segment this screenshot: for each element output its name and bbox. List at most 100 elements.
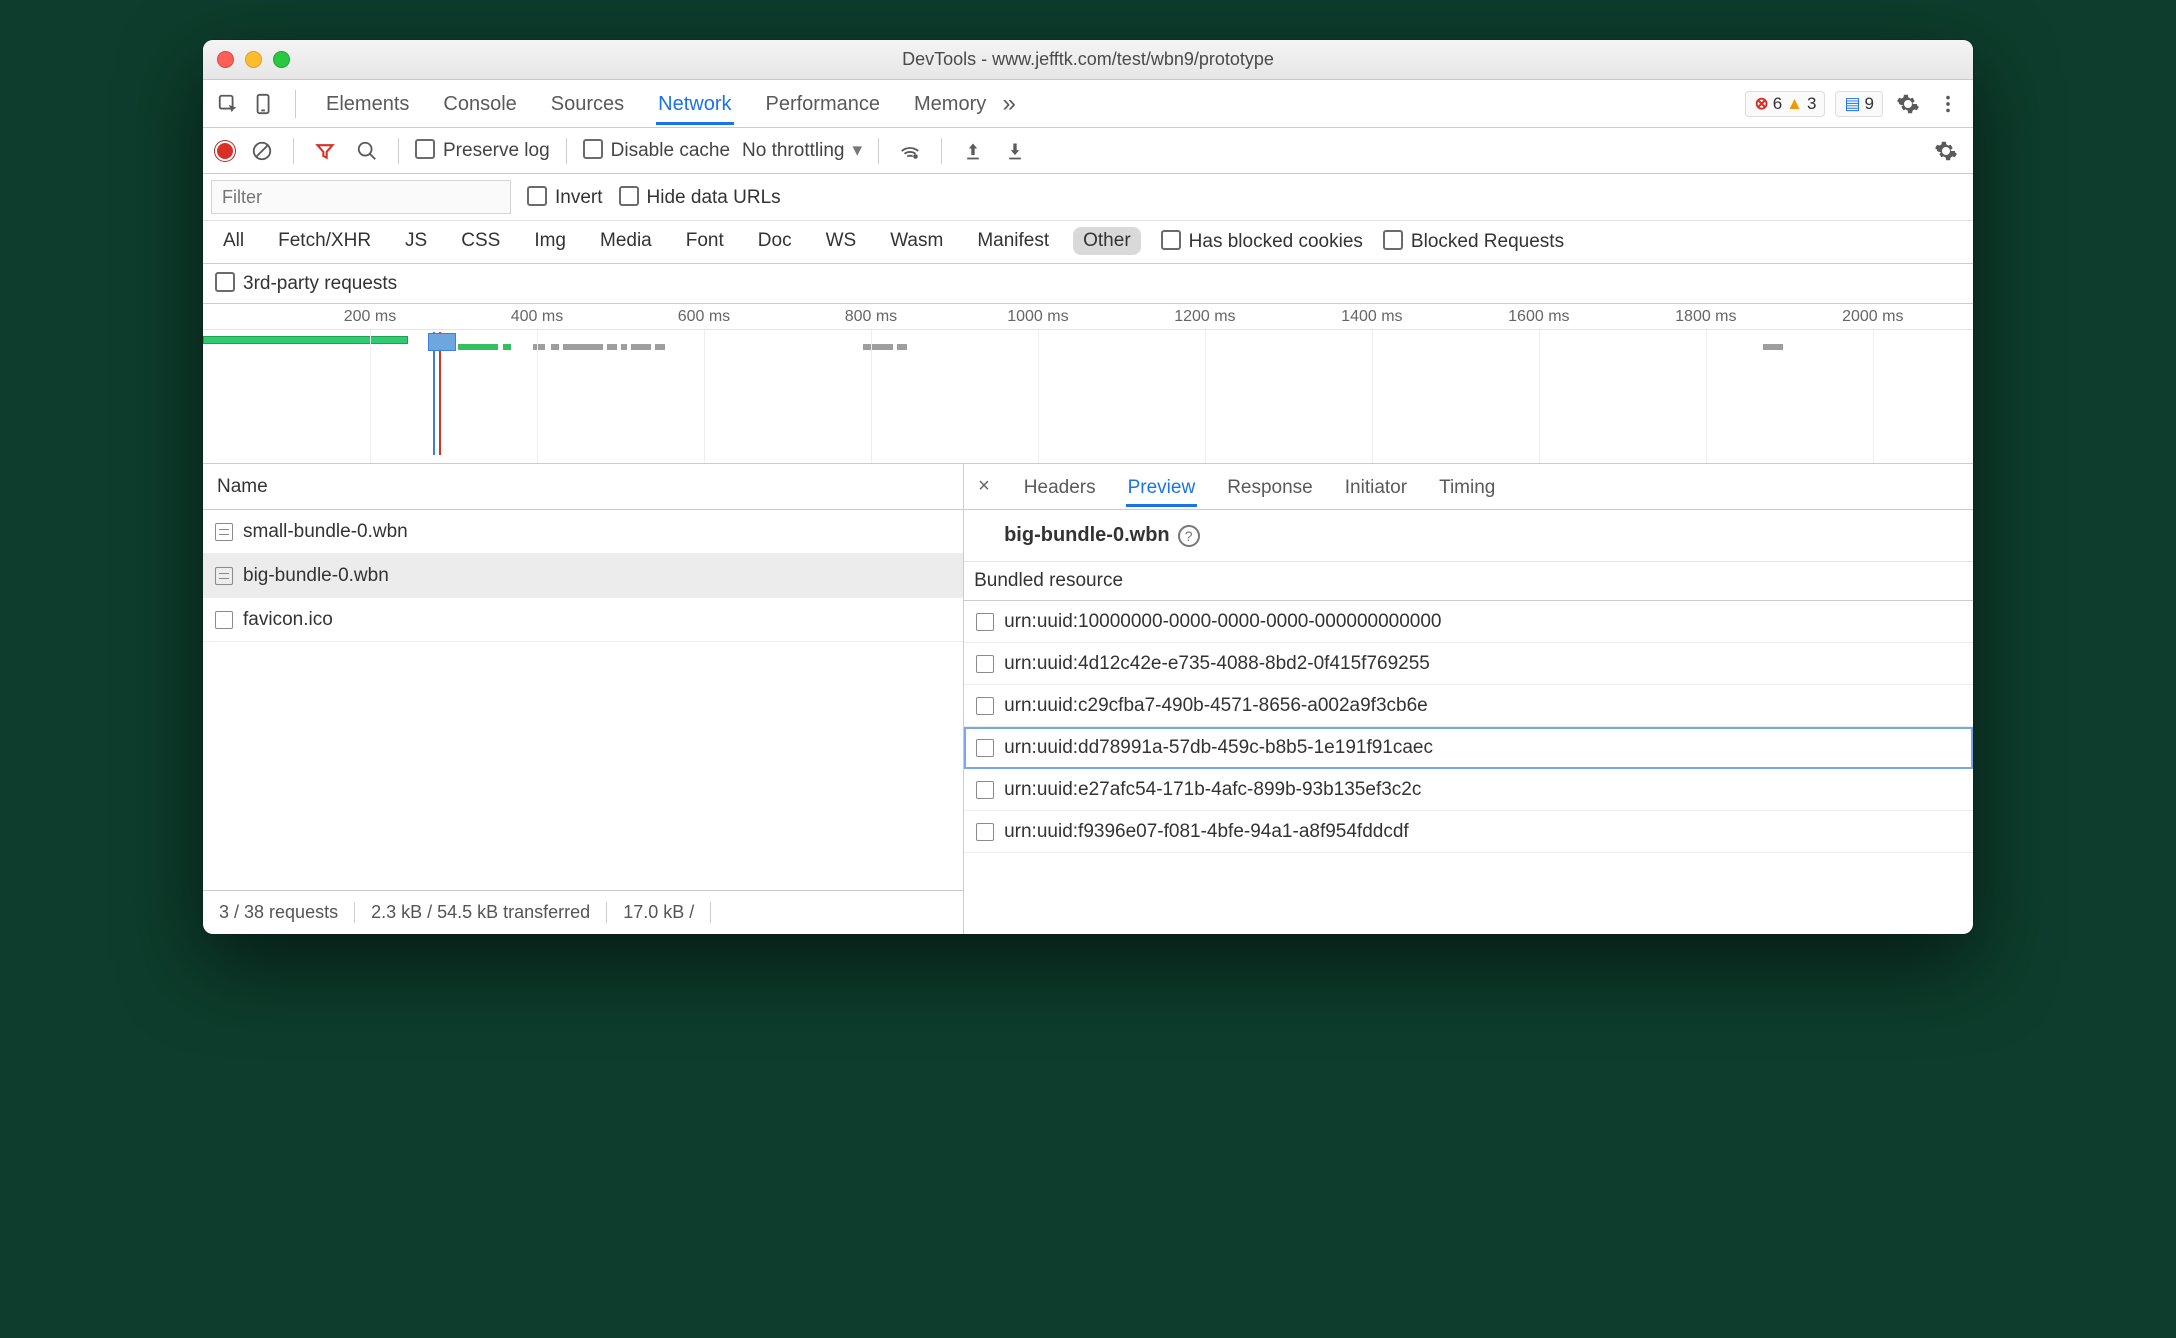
record-button[interactable] [215, 141, 235, 161]
main-tab-elements[interactable]: Elements [324, 83, 411, 125]
filter-funnel-icon[interactable] [310, 136, 340, 166]
filter-input[interactable] [211, 180, 511, 214]
type-chip-all[interactable]: All [213, 227, 254, 255]
main-tab-sources[interactable]: Sources [549, 83, 626, 125]
detail-tab-initiator[interactable]: Initiator [1343, 467, 1409, 507]
type-chip-img[interactable]: Img [524, 227, 576, 255]
download-har-icon[interactable] [1000, 136, 1030, 166]
resource-urn: urn:uuid:f9396e07-f081-4bfe-94a1-a8f954f… [1004, 821, 1409, 843]
file-icon [976, 781, 994, 799]
request-name: big-bundle-0.wbn [243, 565, 389, 587]
divider [295, 90, 296, 118]
settings-gear-icon[interactable] [1893, 89, 1923, 119]
timeline-overview[interactable]: 200 ms400 ms600 ms800 ms1000 ms1200 ms14… [203, 304, 1973, 464]
main-tab-performance[interactable]: Performance [764, 83, 883, 125]
type-chip-js[interactable]: JS [395, 227, 437, 255]
status-bar: 3 / 38 requests2.3 kB / 54.5 kB transfer… [203, 890, 963, 934]
preview-title: big-bundle-0.wbn [1004, 524, 1170, 547]
bundled-resource-row[interactable]: urn:uuid:f9396e07-f081-4bfe-94a1-a8f954f… [964, 811, 1973, 853]
detail-tab-headers[interactable]: Headers [1022, 467, 1098, 507]
detail-panel: × HeadersPreviewResponseInitiatorTiming … [964, 464, 1973, 934]
status-segment: 2.3 kB / 54.5 kB transferred [355, 902, 607, 923]
main-tab-network[interactable]: Network [656, 83, 733, 125]
resource-urn: urn:uuid:10000000-0000-0000-0000-0000000… [1004, 611, 1441, 633]
resource-urn: urn:uuid:e27afc54-171b-4afc-899b-93b135e… [1004, 779, 1421, 801]
type-chip-media[interactable]: Media [590, 227, 662, 255]
messages-badge[interactable]: ▤9 [1835, 91, 1883, 117]
hide-data-urls-checkbox[interactable]: Hide data URLs [619, 186, 781, 209]
type-chip-font[interactable]: Font [676, 227, 734, 255]
search-icon[interactable] [352, 136, 382, 166]
preview-title-row: big-bundle-0.wbn ? [964, 510, 1973, 562]
third-party-checkbox[interactable]: 3rd-party requests [215, 272, 397, 295]
help-icon[interactable]: ? [1178, 525, 1200, 547]
invert-checkbox[interactable]: Invert [527, 186, 603, 209]
filter-row: Invert Hide data URLs [203, 174, 1973, 221]
type-chip-fetch-xhr[interactable]: Fetch/XHR [268, 227, 381, 255]
document-icon [215, 523, 233, 541]
warnings-count: 3 [1807, 94, 1816, 114]
preserve-log-checkbox[interactable]: Preserve log [415, 139, 550, 162]
timeline-tick: 1400 ms [1341, 308, 1402, 326]
request-list-panel: Name small-bundle-0.wbn big-bundle-0.wbn f… [203, 464, 964, 934]
timeline-tick: 1600 ms [1508, 308, 1569, 326]
request-row[interactable]: small-bundle-0.wbn [203, 510, 963, 554]
main-tab-memory[interactable]: Memory [912, 83, 988, 125]
throttling-select[interactable]: No throttling ▾ [742, 139, 862, 162]
timeline-tick: 200 ms [344, 308, 396, 326]
type-chip-doc[interactable]: Doc [748, 227, 802, 255]
file-icon [215, 611, 233, 629]
request-row[interactable]: favicon.ico [203, 598, 963, 642]
network-conditions-icon[interactable] [895, 136, 925, 166]
detail-tab-timing[interactable]: Timing [1437, 467, 1497, 507]
detail-tab-preview[interactable]: Preview [1126, 467, 1198, 507]
disable-cache-checkbox[interactable]: Disable cache [583, 139, 730, 162]
network-toolbar: Preserve log Disable cache No throttling… [203, 128, 1973, 174]
type-chip-css[interactable]: CSS [451, 227, 510, 255]
main-tab-console[interactable]: Console [441, 83, 518, 125]
timeline-tick: 1800 ms [1675, 308, 1736, 326]
timeline-tick: 1000 ms [1007, 308, 1068, 326]
clear-icon[interactable] [247, 136, 277, 166]
file-icon [976, 655, 994, 673]
status-segment: 17.0 kB / [607, 902, 711, 923]
timeline-tick: 400 ms [511, 308, 563, 326]
has-blocked-cookies-checkbox[interactable]: Has blocked cookies [1161, 230, 1363, 253]
main-tabs-row: Elements Console Sources Network Performance… [203, 80, 1973, 128]
file-icon [976, 823, 994, 841]
bundled-resource-row[interactable]: urn:uuid:4d12c42e-e735-4088-8bd2-0f415f7… [964, 643, 1973, 685]
timeline-tick: 2000 ms [1842, 308, 1903, 326]
kebab-menu-icon[interactable] [1933, 89, 1963, 119]
inspect-element-icon[interactable] [213, 89, 243, 119]
device-toggle-icon[interactable] [249, 89, 279, 119]
split-panel: Name small-bundle-0.wbn big-bundle-0.wbn f… [203, 464, 1973, 934]
request-name: favicon.ico [243, 609, 333, 631]
timeline-tick: 800 ms [845, 308, 897, 326]
file-icon [976, 613, 994, 631]
request-name: small-bundle-0.wbn [243, 521, 408, 543]
request-row[interactable]: big-bundle-0.wbn [203, 554, 963, 598]
timeline-tick: 600 ms [678, 308, 730, 326]
name-column-header[interactable]: Name [203, 464, 963, 510]
blocked-requests-checkbox[interactable]: Blocked Requests [1383, 230, 1564, 253]
type-chip-manifest[interactable]: Manifest [967, 227, 1059, 255]
messages-count: 9 [1865, 94, 1874, 114]
type-chip-ws[interactable]: WS [816, 227, 867, 255]
resource-urn: urn:uuid:dd78991a-57db-459c-b8b5-1e191f9… [1004, 737, 1433, 759]
panel-settings-gear-icon[interactable] [1931, 136, 1961, 166]
bundled-resource-row[interactable]: urn:uuid:dd78991a-57db-459c-b8b5-1e191f9… [964, 727, 1973, 769]
more-tabs-chevron-icon[interactable]: » [994, 89, 1024, 119]
titlebar: DevTools - www.jefftk.com/test/wbn9/prot… [203, 40, 1973, 80]
type-chip-wasm[interactable]: Wasm [880, 227, 953, 255]
type-chip-other[interactable]: Other [1073, 227, 1141, 255]
bundled-resource-row[interactable]: urn:uuid:c29cfba7-490b-4571-8656-a002a9f… [964, 685, 1973, 727]
file-icon [976, 739, 994, 757]
bundled-resource-row[interactable]: urn:uuid:e27afc54-171b-4afc-899b-93b135e… [964, 769, 1973, 811]
upload-har-icon[interactable] [958, 136, 988, 166]
document-icon [215, 567, 233, 585]
detail-tab-response[interactable]: Response [1225, 467, 1315, 507]
errors-badge[interactable]: ⊗6 ▲3 [1745, 91, 1825, 117]
bundled-resource-row[interactable]: urn:uuid:10000000-0000-0000-0000-0000000… [964, 601, 1973, 643]
close-detail-icon[interactable]: × [978, 475, 990, 498]
detail-tabs: × Headers Preview Response Initiator Timing [964, 464, 1973, 510]
